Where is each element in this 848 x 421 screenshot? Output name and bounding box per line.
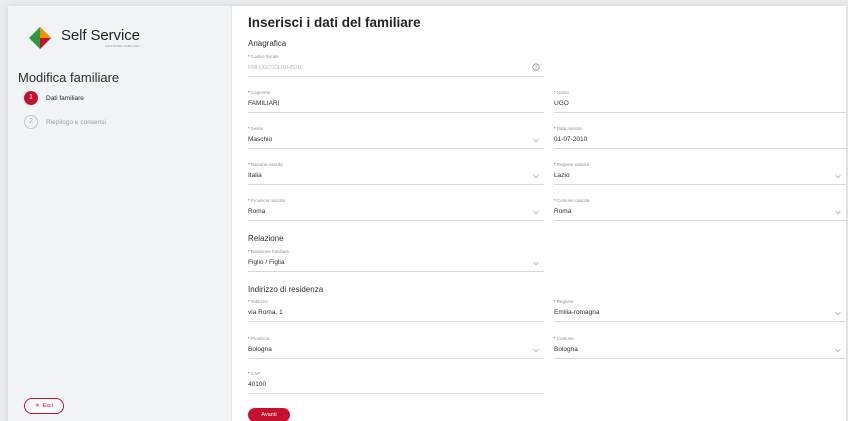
- comune-nascita-value: Roma: [554, 208, 572, 215]
- cognome-label: Cognome: [250, 90, 271, 95]
- data-nascita-field: *Data nascita 01-07-2010: [554, 125, 846, 149]
- sesso-select[interactable]: Maschio: [248, 133, 544, 149]
- chevron-down-icon: [533, 210, 539, 215]
- relazione-familiare-label: Relazione familiare: [250, 249, 290, 254]
- app-window: Self Service GESTIONE FAMILIARI Modifica…: [8, 6, 846, 421]
- chevron-down-icon: [533, 348, 539, 353]
- data-nascita-label: Data nascita: [556, 126, 582, 131]
- regione-field: *Regione Emilia-romagna: [554, 298, 846, 322]
- data-nascita-input[interactable]: 01-07-2010: [554, 133, 846, 149]
- cognome-field: *Cognome FAMILIARI: [248, 89, 544, 113]
- step-number-badge: 1: [24, 91, 38, 105]
- provincia-nascita-label: Provincia nascita: [250, 198, 285, 203]
- avanti-button[interactable]: Avanti: [248, 408, 290, 421]
- cap-input[interactable]: 40100: [248, 378, 544, 394]
- codice-fiscale-placeholder: FMLUGO10L01H501L: [248, 65, 304, 71]
- brand-logo: Self Service GESTIONE FAMILIARI: [28, 26, 140, 50]
- provincia-value: Bologna: [248, 346, 272, 353]
- help-circle-icon[interactable]: ?: [532, 63, 540, 71]
- codice-fiscale-field: *Codice fiscale FMLUGO10L01H501L ?: [248, 53, 544, 77]
- chevron-down-icon: [533, 261, 539, 266]
- relazione-familiare-select[interactable]: Figlio / Figlia: [248, 256, 544, 272]
- regione-nascita-label: Regione nascita: [556, 162, 590, 167]
- regione-select[interactable]: Emilia-romagna: [554, 306, 846, 322]
- regione-nascita-value: Lazio: [554, 172, 570, 179]
- sesso-field: *Sesso Maschio: [248, 125, 544, 149]
- regione-value: Emilia-romagna: [554, 309, 600, 316]
- brand-title: Self Service: [61, 27, 140, 44]
- exit-button[interactable]: ✕ Esci: [24, 398, 64, 414]
- regione-nascita-select[interactable]: Lazio: [554, 169, 846, 185]
- step-label: Dati familiare: [46, 94, 84, 102]
- indirizzo-value: via Roma, 1: [248, 309, 283, 316]
- svg-text:?: ?: [535, 65, 538, 71]
- indirizzo-field: *Indirizzo via Roma, 1: [248, 298, 544, 322]
- sidebar-title: Modifica familiare: [18, 70, 120, 85]
- relazione-familiare-value: Figlio / Figlia: [248, 259, 285, 266]
- close-icon: ✕: [35, 403, 40, 409]
- sidebar: Self Service GESTIONE FAMILIARI Modifica…: [8, 6, 232, 421]
- chevron-down-icon: [835, 174, 841, 179]
- nazione-nascita-label: Nazione nascita: [250, 162, 283, 167]
- brand-subtitle: GESTIONE FAMILIARI: [105, 44, 140, 48]
- regione-label: Regione: [556, 299, 574, 304]
- chevron-down-icon: [835, 348, 841, 353]
- relazione-familiare-field: *Relazione familiare Figlio / Figlia: [248, 248, 544, 272]
- regione-nascita-field: *Regione nascita Lazio: [554, 161, 846, 185]
- indirizzo-input[interactable]: via Roma, 1: [248, 306, 544, 322]
- provincia-nascita-field: *Provincia nascita Roma: [248, 197, 544, 221]
- nazione-nascita-select[interactable]: Italia: [248, 169, 544, 185]
- comune-value: Bologna: [554, 346, 578, 353]
- sesso-label: Sesso: [250, 126, 264, 131]
- nome-field: *Nome UGO: [554, 89, 846, 113]
- nazione-nascita-value: Italia: [248, 172, 262, 179]
- wizard-steps: 1 Dati familiare 2 Riepilogo e consensi: [24, 91, 106, 139]
- step-number-badge: 2: [24, 115, 38, 129]
- page-title: Inserisci i dati del familiare: [248, 15, 421, 30]
- nome-value: UGO: [554, 100, 569, 107]
- comune-nascita-field: *Comune nascita Roma: [554, 197, 846, 221]
- main-content: Inserisci i dati del familiare Anagrafic…: [232, 6, 846, 421]
- nome-label: Nome: [556, 90, 569, 95]
- chevron-down-icon: [835, 210, 841, 215]
- provincia-field: *Provincia Bologna: [248, 335, 544, 359]
- section-anagrafica: Anagrafica: [248, 39, 287, 48]
- comune-nascita-label: Comune nascita: [556, 198, 590, 203]
- step-label: Riepilogo e consensi: [46, 118, 106, 126]
- sesso-value: Maschio: [248, 136, 273, 143]
- provincia-nascita-value: Roma: [248, 208, 266, 215]
- comune-select[interactable]: Bologna: [554, 343, 846, 359]
- section-relazione: Relazione: [248, 234, 284, 243]
- nome-input[interactable]: UGO: [554, 97, 846, 113]
- cognome-input[interactable]: FAMILIARI: [248, 97, 544, 113]
- comune-nascita-select[interactable]: Roma: [554, 205, 846, 221]
- codice-fiscale-label: Codice fiscale: [250, 54, 279, 59]
- cap-value: 40100: [248, 381, 267, 388]
- step-riepilogo-consensi[interactable]: 2 Riepilogo e consensi: [24, 115, 106, 129]
- data-nascita-value: 01-07-2010: [554, 136, 588, 143]
- cognome-value: FAMILIARI: [248, 100, 280, 107]
- cap-field: *CAP 40100: [248, 370, 544, 394]
- codice-fiscale-input[interactable]: FMLUGO10L01H501L ?: [248, 61, 544, 77]
- logo-diamond-icon: [28, 26, 52, 50]
- chevron-down-icon: [835, 311, 841, 316]
- section-residenza: Indirizzo di residenza: [248, 285, 324, 294]
- provincia-nascita-select[interactable]: Roma: [248, 205, 544, 221]
- nazione-nascita-field: *Nazione nascita Italia: [248, 161, 544, 185]
- provincia-label: Provincia: [250, 336, 270, 341]
- step-dati-familiare[interactable]: 1 Dati familiare: [24, 91, 106, 105]
- chevron-down-icon: [533, 174, 539, 179]
- chevron-down-icon: [533, 138, 539, 143]
- comune-field: *Comune Bologna: [554, 335, 846, 359]
- cap-label: CAP: [250, 371, 261, 376]
- indirizzo-label: Indirizzo: [250, 299, 268, 304]
- exit-button-label: Esci: [42, 403, 53, 409]
- comune-label: Comune: [556, 336, 574, 341]
- provincia-select[interactable]: Bologna: [248, 343, 544, 359]
